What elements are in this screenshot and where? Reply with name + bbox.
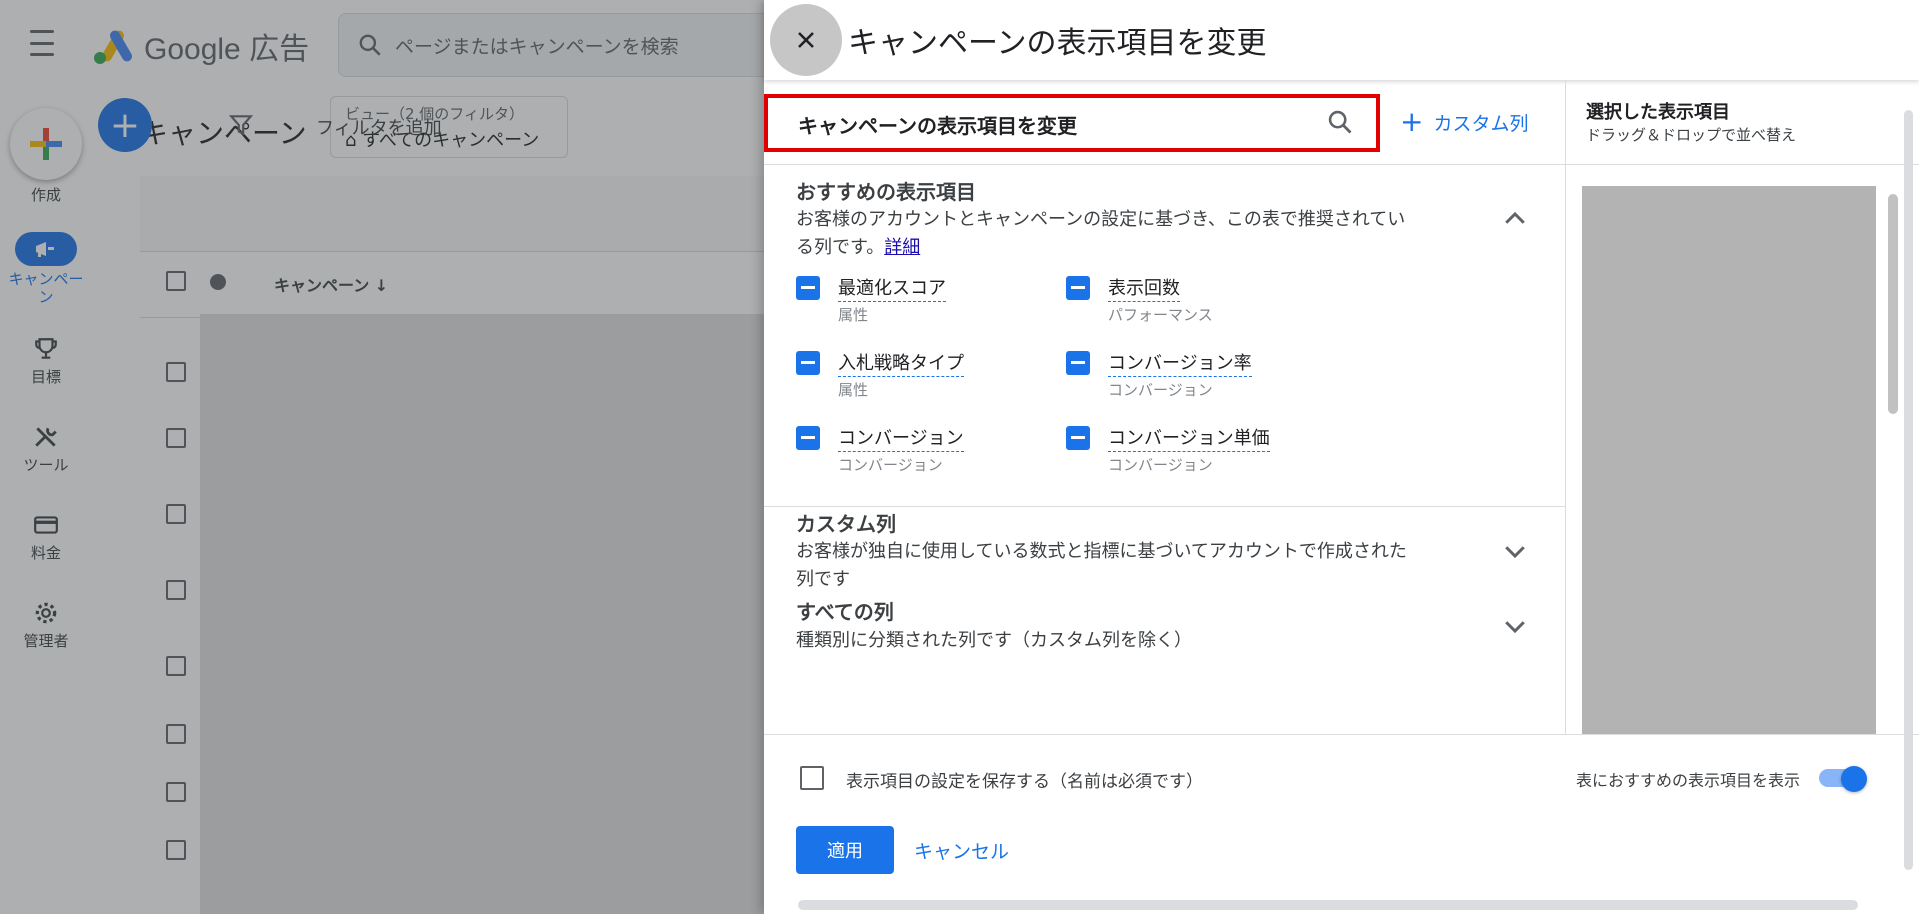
panel-title: キャンペーンの表示項目を変更 (848, 26, 1267, 61)
column-checkbox[interactable] (1066, 351, 1090, 375)
all-columns-section-title[interactable]: すべての列 (796, 596, 894, 625)
save-columns-checkbox[interactable] (800, 766, 824, 790)
column-name: コンバージョン率 (1108, 349, 1252, 377)
column-name: コンバージョン単価 (1108, 424, 1270, 452)
custom-section-title[interactable]: カスタム列 (796, 508, 896, 537)
toggle-knob (1841, 766, 1867, 792)
all-columns-section-desc: 種類別に分類された列です（カスタム列を除く） (796, 630, 1192, 651)
selected-columns-list[interactable] (1582, 186, 1876, 734)
cancel-button[interactable]: キャンセル (914, 837, 1009, 864)
modify-columns-panel: キャンペーンの表示項目を変更 キャンペーンの表示項目を変更 + カスタム列 おす… (764, 0, 1919, 914)
show-recommended-toggle-label: 表におすすめの表示項目を表示 (1576, 771, 1801, 790)
chevron-up-icon[interactable] (1500, 204, 1530, 234)
recommended-section-title[interactable]: おすすめの表示項目 (796, 176, 976, 205)
plus-icon: + (1400, 105, 1424, 138)
column-search-input[interactable]: キャンペーンの表示項目を変更 (764, 94, 1380, 152)
column-name: 入札戦略タイプ (838, 349, 964, 377)
column-checkbox[interactable] (1066, 276, 1090, 300)
custom-column-label: カスタム列 (1433, 112, 1529, 135)
scrollbar-thumb[interactable] (798, 900, 1858, 910)
close-button[interactable] (770, 4, 842, 76)
divider (1565, 164, 1919, 165)
recommended-desc-line1: お客様のアカウントとキャンペーンの設定に基づき、この表で推奨されてい (796, 209, 1406, 230)
recommended-section-desc: お客様のアカウントとキャンペーンの設定に基づき、この表で推奨されてい る列です。… (796, 206, 1496, 262)
column-search-value: キャンペーンの表示項目を変更 (798, 114, 1077, 138)
panel-vertical-scrollbar[interactable] (1899, 84, 1917, 894)
scrollbar-thumb[interactable] (1888, 194, 1898, 414)
column-category: コンバージョン (1108, 456, 1213, 474)
column-checkbox[interactable] (796, 351, 820, 375)
chevron-down-icon[interactable] (1500, 611, 1530, 641)
selected-columns-title: 選択した表示項目 (1586, 102, 1730, 123)
close-icon (798, 32, 814, 48)
panel-header: キャンペーンの表示項目を変更 (764, 0, 1919, 80)
divider (764, 506, 1565, 507)
custom-desc-line2: 列です (796, 569, 850, 590)
column-checkbox[interactable] (1066, 426, 1090, 450)
column-name: 表示回数 (1108, 274, 1180, 302)
add-custom-column-button[interactable]: + カスタム列 (1400, 108, 1528, 136)
panel-horizontal-scrollbar[interactable] (774, 896, 1894, 912)
custom-desc-line1: お客様が独自に使用している数式と指標に基づいてアカウントで作成された (796, 541, 1407, 562)
detail-link[interactable]: 詳細 (884, 237, 920, 258)
apply-button[interactable]: 適用 (796, 826, 894, 874)
column-category: コンバージョン (838, 456, 943, 474)
column-checkbox[interactable] (796, 426, 820, 450)
show-recommended-toggle[interactable] (1819, 766, 1867, 792)
search-icon[interactable] (1326, 108, 1354, 136)
column-category: 属性 (838, 306, 869, 324)
vertical-divider (1565, 80, 1566, 734)
recommended-desc-line2: る列です。 (796, 237, 885, 258)
selected-columns-subtitle: ドラッグ＆ドロップで並べ替え (1586, 126, 1797, 144)
column-name: コンバージョン (838, 424, 964, 452)
scrollbar-thumb[interactable] (1904, 110, 1913, 870)
save-columns-label[interactable]: 表示項目の設定を保存する（名前は必須です） (846, 767, 1203, 792)
column-category: パフォーマンス (1108, 306, 1213, 324)
custom-section-desc: お客様が独自に使用している数式と指標に基づいてアカウントで作成された 列です (796, 538, 1496, 594)
divider (764, 734, 1919, 735)
divider (764, 164, 1565, 165)
column-name: 最適化スコア (838, 274, 946, 302)
column-category: コンバージョン (1108, 381, 1213, 399)
chevron-down-icon[interactable] (1500, 536, 1530, 566)
column-checkbox[interactable] (796, 276, 820, 300)
column-category: 属性 (838, 381, 869, 399)
